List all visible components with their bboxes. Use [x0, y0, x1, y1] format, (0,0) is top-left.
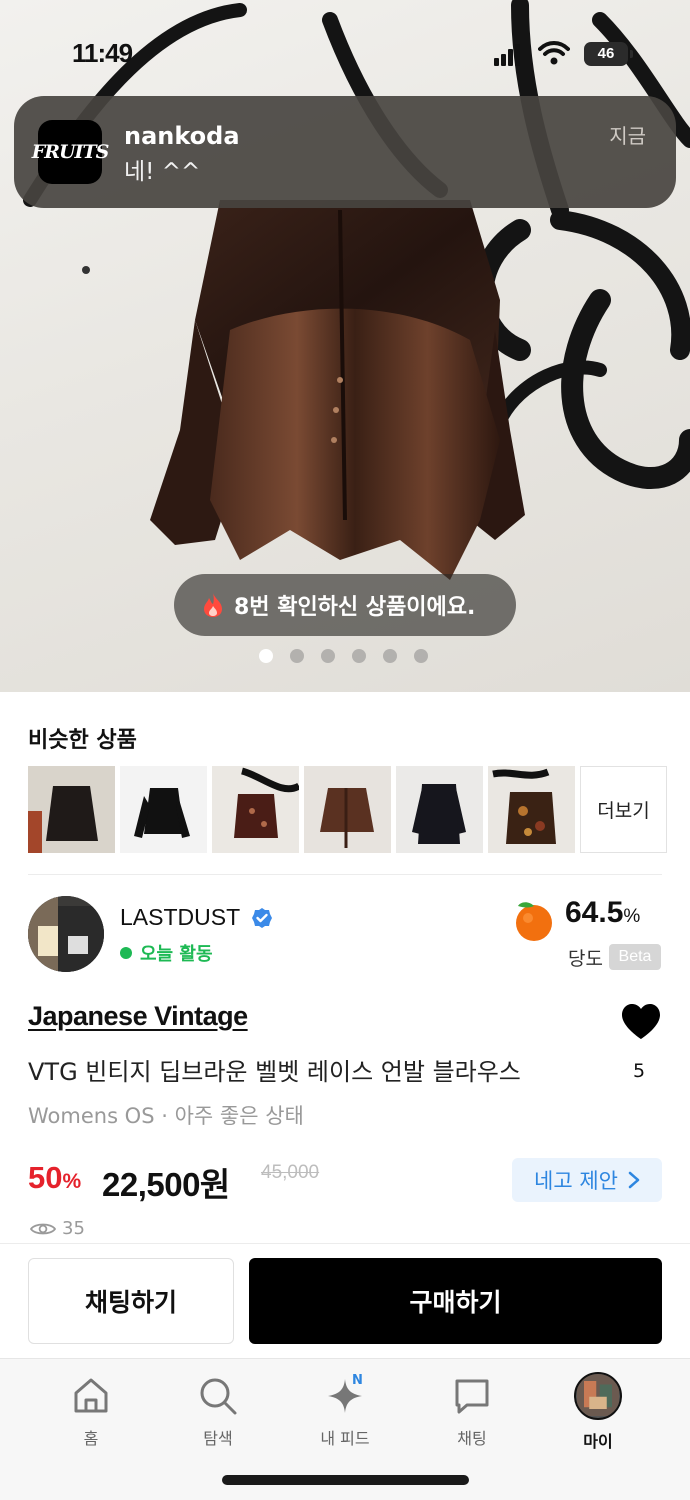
product-size-condition: Womens OS · 아주 좋은 상태 [28, 1104, 304, 1128]
verified-badge-icon [252, 908, 272, 928]
status-bar: 11:49 46 [0, 0, 690, 100]
tab-label: 홈 [83, 1429, 99, 1448]
tab-label: 탐색 [203, 1429, 233, 1448]
similar-item-thumbnail[interactable] [304, 766, 391, 853]
similar-items-list: 더보기 [28, 766, 667, 853]
section-divider [28, 874, 662, 875]
push-notification[interactable]: FRUITS nankoda 네! ^^ 지금 [14, 96, 676, 208]
similar-item-thumbnail[interactable] [28, 766, 115, 853]
similar-item-thumbnail[interactable] [396, 766, 483, 853]
similar-item-thumbnail[interactable] [488, 766, 575, 853]
notification-time: 지금 [609, 124, 646, 148]
similar-item-thumbnail[interactable] [120, 766, 207, 853]
search-icon [200, 1378, 237, 1415]
discount-rate: 50% [28, 1160, 81, 1196]
view-count: 35 [30, 1218, 85, 1239]
chevron-right-icon [628, 1171, 640, 1189]
notification-title: nankoda [124, 122, 240, 150]
tab-my-feed[interactable]: N 내 피드 [290, 1373, 400, 1449]
tab-my[interactable]: 마이 [543, 1372, 653, 1452]
price-offer-label: 네고 제안 [534, 1169, 618, 1193]
orange-icon [516, 902, 552, 941]
discount-value: 50 [28, 1160, 63, 1195]
tab-label: 마이 [583, 1432, 613, 1451]
action-bar-divider [0, 1243, 690, 1244]
battery-icon: 46 [584, 42, 633, 66]
viewed-count-pill: 8번 확인하신 상품이에요. [174, 574, 516, 636]
tab-label: 채팅 [457, 1429, 487, 1448]
carousel-dot[interactable] [383, 649, 397, 663]
cellular-signal-icon [494, 44, 522, 66]
wifi-icon [538, 41, 570, 65]
sweetness-value: 64.5 [565, 896, 624, 929]
status-time: 11:49 [72, 38, 133, 68]
chat-button[interactable]: 채팅하기 [28, 1258, 234, 1344]
product-title: VTG 빈티지 딥브라운 벨벳 레이스 언발 블라우스 [28, 1058, 521, 1086]
new-badge: N [352, 1373, 363, 1388]
bottom-tab-bar: 홈 탐색 N 내 피드 채팅 마이 [0, 1358, 690, 1500]
sale-price: 22,500원 [102, 1166, 230, 1203]
carousel-dot[interactable] [290, 649, 304, 663]
carousel-dot[interactable] [259, 649, 273, 663]
similar-items-title: 비슷한 상품 [28, 728, 137, 753]
seller-avatar[interactable] [28, 896, 104, 972]
brand-link[interactable]: Japanese Vintage [28, 1001, 248, 1032]
tab-home[interactable]: 홈 [36, 1375, 146, 1449]
tab-chat[interactable]: 채팅 [417, 1375, 527, 1449]
home-indicator [222, 1475, 469, 1485]
carousel-dot[interactable] [414, 649, 428, 663]
eye-icon [30, 1223, 56, 1234]
product-image-carousel[interactable]: 11:49 46 FRUITS nankoda 네! ^^ 지금 8번 확인하신… [0, 0, 690, 692]
viewed-count-text: 8번 확인하신 상품이에요. [234, 595, 476, 620]
active-dot-icon [120, 947, 132, 959]
chat-bubble-icon [455, 1379, 489, 1414]
heart-icon[interactable] [620, 1003, 662, 1041]
original-price: 45,000 [261, 1162, 320, 1183]
seller-activity-status: 오늘 활동 [120, 940, 213, 966]
like-count: 5 [633, 1060, 646, 1082]
carousel-dot[interactable] [352, 649, 366, 663]
price-offer-button[interactable]: 네고 제안 [512, 1158, 662, 1202]
beta-badge: Beta [609, 944, 661, 970]
sweetness-label: 당도 [568, 948, 603, 970]
seller-name[interactable]: LASTDUST [120, 904, 240, 931]
view-count-value: 35 [62, 1218, 85, 1239]
more-similar-button[interactable]: 더보기 [580, 766, 667, 853]
carousel-indicator [259, 649, 428, 663]
sweetness-score[interactable]: 64.5% [565, 896, 640, 930]
notification-body: 네! ^^ [124, 159, 201, 185]
discount-unit: % [62, 1170, 82, 1193]
tab-label: 내 피드 [320, 1429, 370, 1448]
activity-label: 오늘 활동 [140, 944, 213, 965]
home-icon [74, 1378, 108, 1413]
fruits-app-icon: FRUITS [32, 120, 109, 184]
buy-button[interactable]: 구매하기 [249, 1258, 662, 1344]
carousel-dot[interactable] [321, 649, 335, 663]
profile-avatar-icon [574, 1372, 622, 1420]
sweetness-unit: % [623, 906, 641, 927]
tab-explore[interactable]: 탐색 [163, 1375, 273, 1449]
similar-item-thumbnail[interactable] [212, 766, 299, 853]
fire-icon [204, 593, 222, 617]
